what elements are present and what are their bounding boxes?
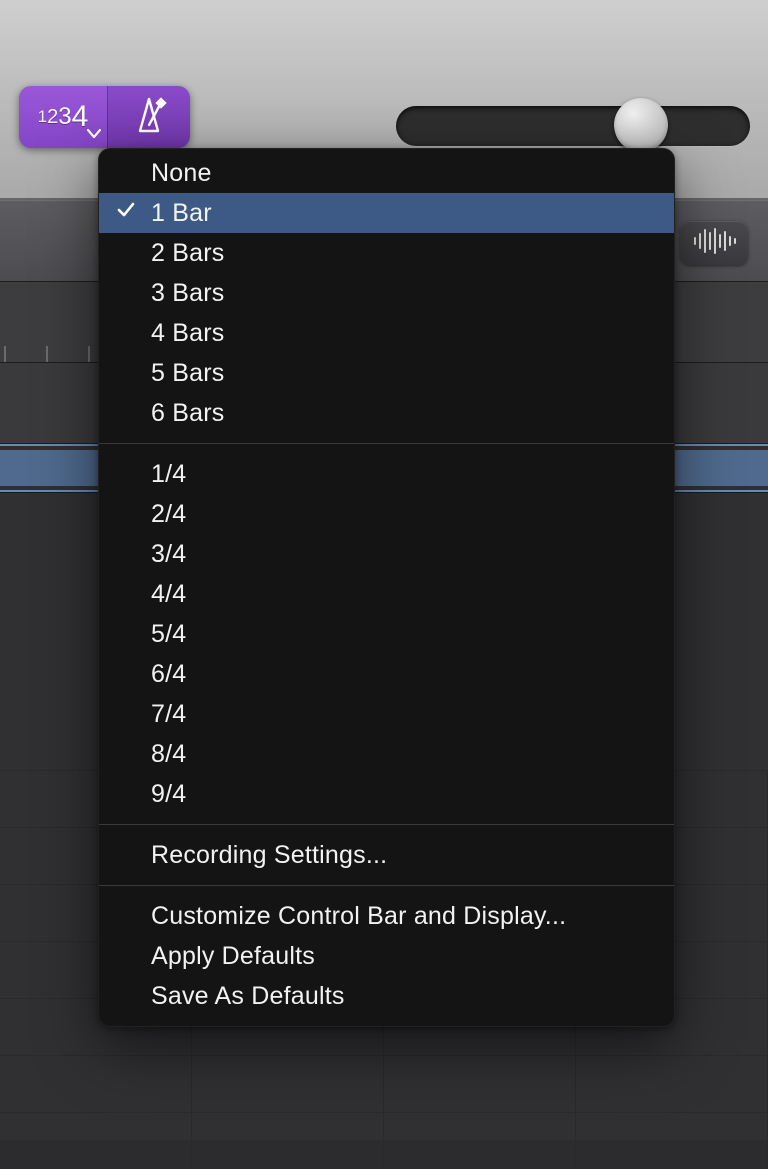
menu-item-label: Customize Control Bar and Display... <box>151 902 566 931</box>
count-in-digit-1: 1 <box>38 107 47 127</box>
menu-item-2-bars[interactable]: 2 Bars <box>99 233 674 273</box>
waveform-button[interactable] <box>680 221 748 265</box>
metronome-button[interactable] <box>107 86 190 148</box>
menu-item-label: 3/4 <box>151 540 186 569</box>
menu-item-label: 6/4 <box>151 660 186 689</box>
waveform-icon <box>692 228 736 259</box>
menu-item-label: Apply Defaults <box>151 942 315 971</box>
menu-item-recording-settings[interactable]: Recording Settings... <box>99 835 674 875</box>
menu-item-label: 4/4 <box>151 580 186 609</box>
menu-item-3-bars[interactable]: 3 Bars <box>99 273 674 313</box>
menu-item-label: 1/4 <box>151 460 186 489</box>
count-in-digit-4: 4 <box>72 100 89 134</box>
menu-item-label: 5 Bars <box>151 359 224 388</box>
menu-item-label: 7/4 <box>151 700 186 729</box>
menu-item-label: 4 Bars <box>151 319 224 348</box>
menu-item-9-4[interactable]: 9/4 <box>99 774 674 814</box>
menu-item-2-4[interactable]: 2/4 <box>99 494 674 534</box>
menu-item-label: 5/4 <box>151 620 186 649</box>
menu-item-label: 6 Bars <box>151 399 224 428</box>
menu-item-6-bars[interactable]: 6 Bars <box>99 393 674 433</box>
menu-item-6-4[interactable]: 6/4 <box>99 654 674 694</box>
count-in-digit-2: 2 <box>47 106 58 129</box>
menu-item-label: 2/4 <box>151 500 186 529</box>
menu-item-4-4[interactable]: 4/4 <box>99 574 674 614</box>
volume-slider[interactable] <box>396 106 750 146</box>
menu-item-5-bars[interactable]: 5 Bars <box>99 353 674 393</box>
menu-item-3-4[interactable]: 3/4 <box>99 534 674 574</box>
menu-item-label: Save As Defaults <box>151 982 345 1011</box>
menu-item-label: 8/4 <box>151 740 186 769</box>
menu-item-label: None <box>151 159 212 188</box>
menu-divider <box>99 885 674 886</box>
check-icon <box>117 197 135 226</box>
menu-divider <box>99 824 674 825</box>
menu-item-label: 3 Bars <box>151 279 224 308</box>
menu-item-customize-control-bar-and-display[interactable]: Customize Control Bar and Display... <box>99 896 674 936</box>
menu-item-1-4[interactable]: 1/4 <box>99 454 674 494</box>
menu-item-label: 1 Bar <box>151 199 212 228</box>
menu-item-apply-defaults[interactable]: Apply Defaults <box>99 936 674 976</box>
count-in-button-group: 1 2 3 4 <box>19 86 190 148</box>
chevron-down-icon <box>87 126 101 144</box>
count-in-digit-3: 3 <box>58 103 71 131</box>
count-in-button[interactable]: 1 2 3 4 <box>19 86 107 148</box>
menu-item-7-4[interactable]: 7/4 <box>99 694 674 734</box>
menu-item-5-4[interactable]: 5/4 <box>99 614 674 654</box>
count-in-menu: None1 Bar2 Bars3 Bars4 Bars5 Bars6 Bars … <box>98 148 675 1027</box>
menu-item-label: Recording Settings... <box>151 841 387 870</box>
menu-divider <box>99 443 674 444</box>
menu-item-8-4[interactable]: 8/4 <box>99 734 674 774</box>
slider-knob[interactable] <box>614 98 668 152</box>
menu-item-save-as-defaults[interactable]: Save As Defaults <box>99 976 674 1016</box>
menu-item-1-bar[interactable]: 1 Bar <box>99 193 674 233</box>
menu-item-label: 9/4 <box>151 780 186 809</box>
metronome-icon <box>129 95 169 140</box>
menu-item-label: 2 Bars <box>151 239 224 268</box>
menu-item-4-bars[interactable]: 4 Bars <box>99 313 674 353</box>
menu-item-none[interactable]: None <box>99 153 674 193</box>
